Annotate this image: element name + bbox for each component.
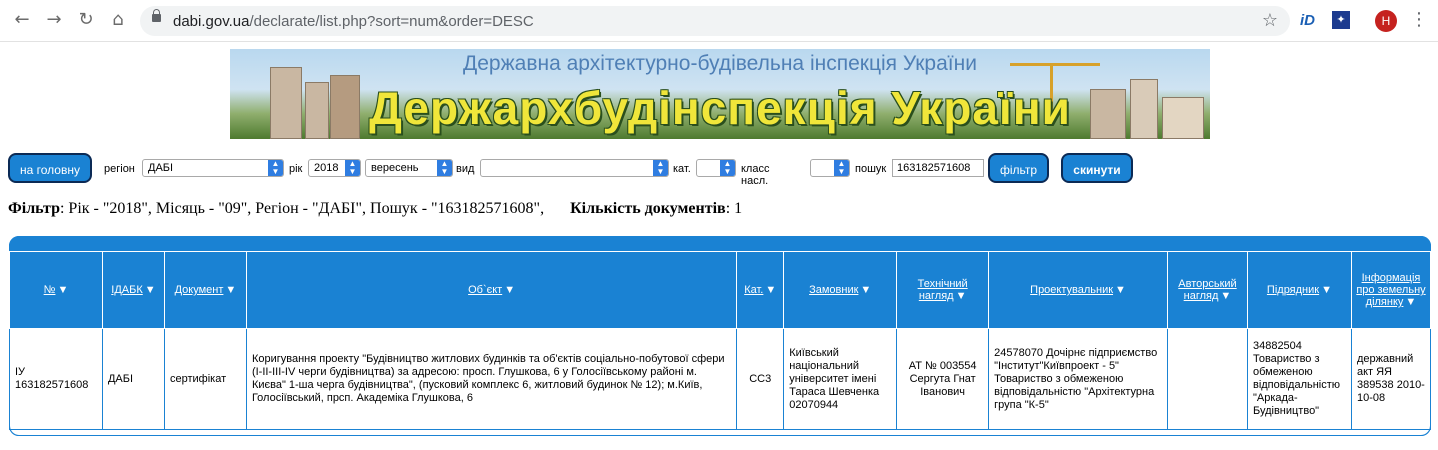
sort-desc-icon[interactable]: ▼ [1115,284,1126,296]
profile-avatar[interactable]: H [1375,10,1397,32]
select-arrows-icon: ▲ ▼ [437,160,452,176]
cell-num: ІУ 163182571608 [9,328,103,430]
class-select[interactable]: ▲ ▼ [810,159,850,177]
sort-desc-icon[interactable]: ▼ [57,284,68,296]
reload-icon[interactable]: ↻ [76,10,96,30]
back-arrow-icon[interactable]: ← [12,10,32,30]
forward-arrow-icon[interactable]: → [44,10,64,30]
url-text[interactable]: dabi.gov.ua/declarate/list.php?sort=num&… [173,13,534,30]
category-select[interactable]: ▲ ▼ [696,159,736,177]
col-header-designer[interactable]: Проектувальник ▼ [988,251,1168,329]
col-header-contractor[interactable]: Підрядник ▼ [1246,251,1352,329]
col-header-land-info[interactable]: Інформація про земельну ділянку ▼ [1350,251,1432,329]
sort-desc-icon[interactable]: ▼ [956,290,967,302]
col-header-idabk[interactable]: ІДАБК ▼ [101,251,165,329]
search-label: пошук [855,163,887,175]
cell-customer: Київський національний університет імені… [783,328,898,430]
col-header-num[interactable]: № ▼ [9,251,103,329]
table-header-row: № ▼ ІДАБК ▼ Документ ▼ Об`єкт ▼ Кат. ▼ Замовн… [9,251,1432,329]
region-label: регіон [104,163,135,175]
document-count-value: : 1 [725,200,743,217]
type-select[interactable]: ▲ ▼ [480,159,669,177]
sort-desc-icon[interactable]: ▼ [504,284,515,296]
sort-desc-icon[interactable]: ▼ [145,284,156,296]
bookmark-star-icon[interactable]: ☆ [1262,10,1278,31]
select-arrows-icon: ▲ ▼ [268,160,283,176]
region-select[interactable]: ДАБІ ▲ ▼ [142,159,284,177]
id-extension-icon[interactable]: iD [1300,12,1315,29]
col-header-object[interactable]: Об`єкт ▼ [245,251,738,329]
cell-designer: 24578070 Дочірнє підприємство "Інститут"… [988,328,1168,430]
cell-idabk: ДАБІ [101,328,165,430]
year-select[interactable]: 2018 ▲ ▼ [308,159,361,177]
banner-title: Держархбудінспекція України [369,82,1071,134]
search-input[interactable]: 163182571608 [892,159,984,177]
col-header-customer[interactable]: Замовник ▼ [783,251,898,329]
reset-button[interactable]: скинути [1061,153,1133,183]
filter-summary-text: : Рік - "2018", Місяць - "09", Регіон - … [59,200,545,217]
sort-desc-icon[interactable]: ▼ [1321,284,1332,296]
select-arrows-icon: ▲ ▼ [720,160,735,176]
address-bar[interactable]: dabi.gov.ua/declarate/list.php?sort=num&… [140,6,1290,36]
cell-object: Коригування проекту "Будівництво житлови… [245,328,738,430]
col-header-tech-supervision[interactable]: Технічний нагляд ▼ [896,251,990,329]
sort-desc-icon[interactable]: ▼ [1220,290,1231,302]
sort-desc-icon[interactable]: ▼ [1405,296,1416,308]
select-arrows-icon: ▲ ▼ [834,160,849,176]
filter-button[interactable]: фільтр [988,153,1049,183]
home-button[interactable]: на головну [8,153,92,183]
col-header-category[interactable]: Кат. ▼ [736,251,785,329]
site-banner: Державна архітектурно-будівельна інспекц… [230,49,1210,139]
document-count-label: Кількість документів [570,200,726,217]
results-table: № ▼ ІДАБК ▼ Документ ▼ Об`єкт ▼ Кат. ▼ Замовн… [9,251,1432,430]
cell-land-info: державний акт ЯЯ 389538 2010-10-08 [1350,328,1432,430]
sort-desc-icon[interactable]: ▼ [860,284,871,296]
type-label: вид [456,163,475,175]
cell-author-supervision [1167,328,1248,430]
cell-document: сертифікат [163,328,247,430]
filter-summary: Фільтр: Рік - "2018", Місяць - "09", Рег… [8,200,742,218]
col-header-document[interactable]: Документ ▼ [163,251,247,329]
filter-summary-label: Фільтр [8,200,60,217]
sort-desc-icon[interactable]: ▼ [225,284,236,296]
month-select[interactable]: вересень ▲ ▼ [365,159,453,177]
table-row: ІУ 163182571608 ДАБІ сертифікат Коригува… [9,328,1432,430]
cell-category: СС3 [736,328,785,430]
category-label: кат. [673,163,691,175]
sort-desc-icon[interactable]: ▼ [765,284,776,296]
class-label: класс насл. [741,163,770,187]
select-arrows-icon: ▲ ▼ [345,160,360,176]
cell-tech-supervision: АТ № 003554 Сергута Гнат Іванович [896,328,990,430]
select-arrows-icon: ▲ ▼ [653,160,668,176]
lock-icon [152,9,161,22]
browser-toolbar: ← → ↻ ⌂ dabi.gov.ua/declarate/list.php?s… [0,0,1438,42]
cell-contractor: 34882504 Товариство з обмеженою відповід… [1246,328,1352,430]
extension-icon[interactable]: ✦ [1332,11,1350,29]
browser-menu-icon[interactable]: ⋮ [1410,9,1428,30]
banner-subtitle: Державна архітектурно-будівельна інспекц… [463,52,977,75]
col-header-author-supervision[interactable]: Авторський нагляд ▼ [1167,251,1248,329]
home-icon[interactable]: ⌂ [108,10,128,30]
year-label: рік [289,163,303,175]
